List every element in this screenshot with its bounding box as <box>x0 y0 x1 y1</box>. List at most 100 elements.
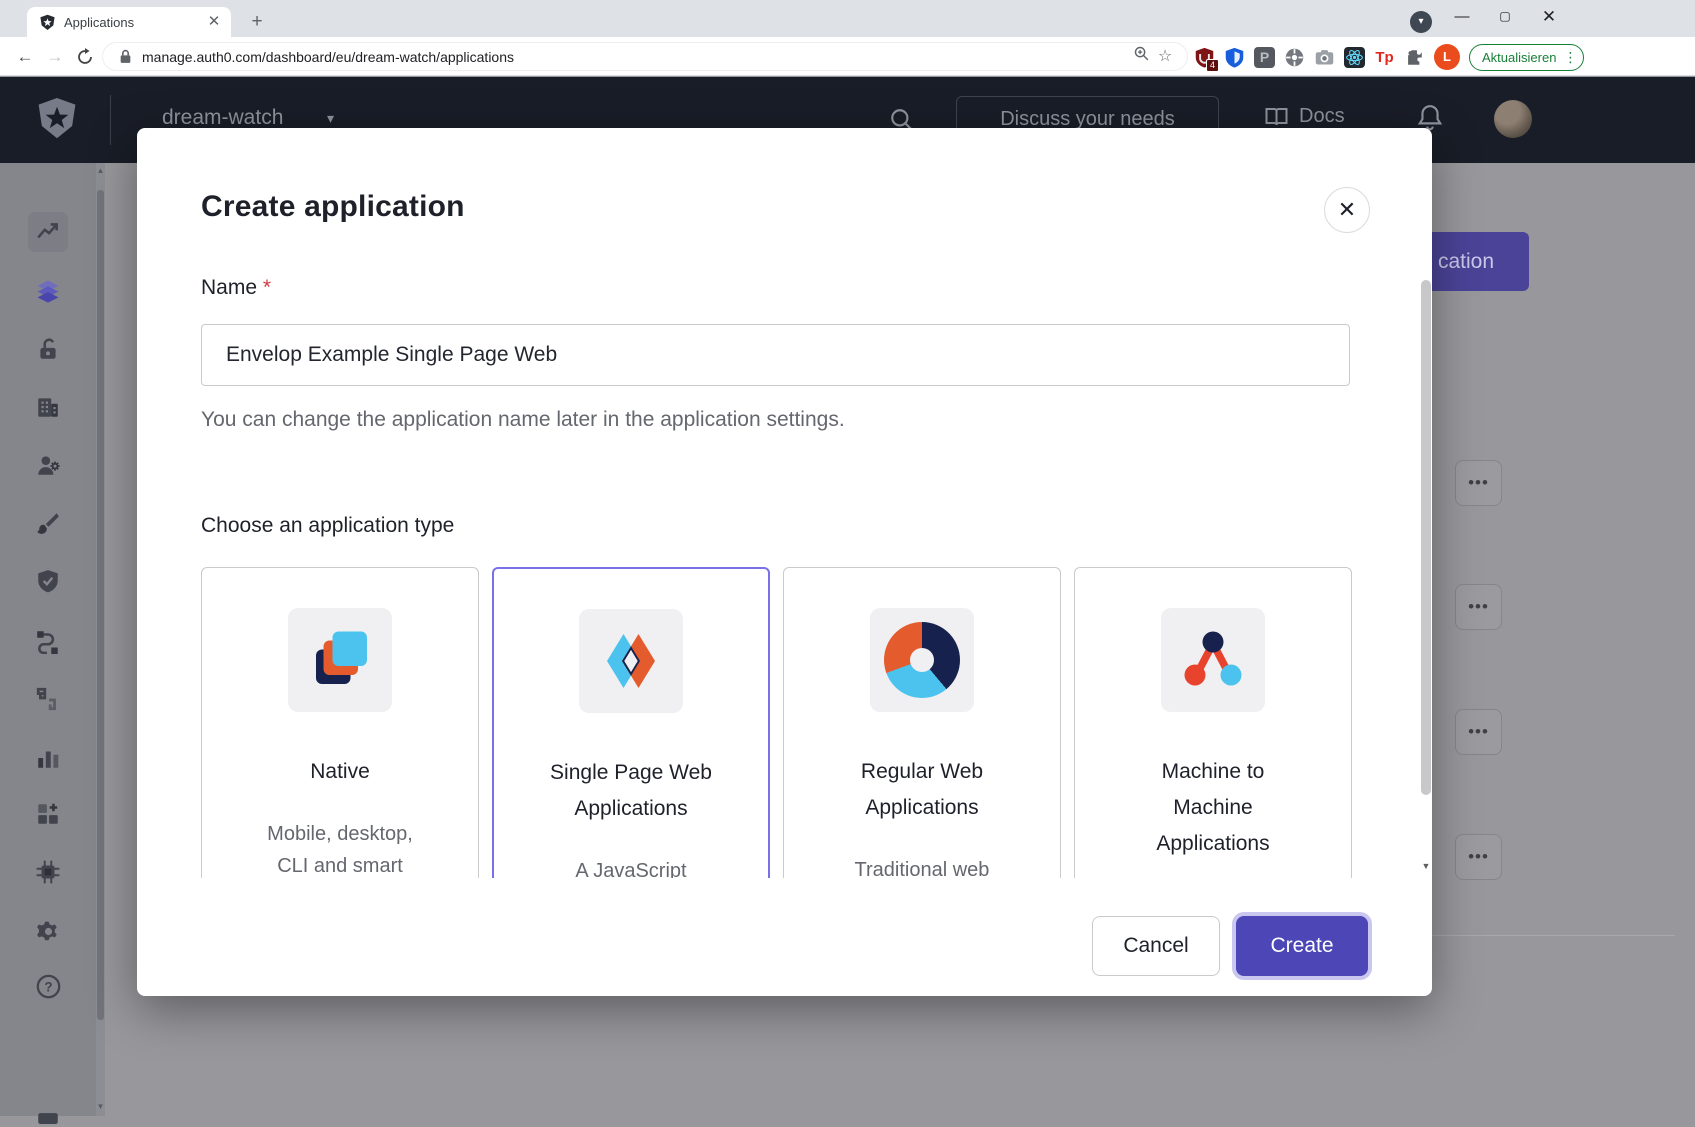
react-devtools-icon[interactable] <box>1344 47 1365 68</box>
name-label: Name <box>201 276 257 299</box>
docs-book-icon <box>1264 106 1289 128</box>
chrome-profile-chevron-icon[interactable]: ▾ <box>1410 11 1432 33</box>
card-title-line: Native <box>310 754 370 790</box>
actions-flow-icon[interactable] <box>32 625 64 657</box>
row-menu-button[interactable]: ••• <box>1455 460 1502 506</box>
type-card-m2m[interactable]: Machine to Machine Applications <box>1074 567 1352 878</box>
m2m-nodes-icon <box>1161 608 1265 712</box>
type-card-native[interactable]: Native Mobile, desktop, CLI and smart <box>201 567 479 878</box>
docs-label: Docs <box>1299 105 1345 128</box>
card-title-line: Single Page Web <box>550 755 712 791</box>
sidebar-nav: ? <box>0 163 96 1116</box>
page-zoom-icon[interactable] <box>1129 45 1153 69</box>
authentication-lock-icon[interactable] <box>32 333 64 365</box>
new-tab-button[interactable]: + <box>245 10 269 34</box>
card-title-line: Applications <box>861 790 983 826</box>
type-card-regular-web[interactable]: Regular Web Applications Traditional web <box>783 567 1061 878</box>
marketplace-icon[interactable] <box>32 798 64 830</box>
row-menu-button[interactable]: ••• <box>1455 709 1502 755</box>
bitwarden-shield-icon[interactable] <box>1224 47 1245 68</box>
card-description: Traditional web <box>855 854 990 878</box>
browser-menu-kebab-icon[interactable]: ⋮ <box>1563 49 1577 66</box>
browser-profile-avatar[interactable]: L <box>1434 44 1460 70</box>
card-description: Mobile, desktop, CLI and smart <box>252 818 428 878</box>
spa-diamonds-icon <box>579 609 683 713</box>
ublock-shield-icon[interactable]: 4 <box>1194 47 1215 68</box>
browser-tab[interactable]: Applications ✕ <box>27 7 231 37</box>
help-icon[interactable]: ? <box>32 970 64 1002</box>
card-description: A JavaScript <box>575 855 686 878</box>
modal-scrollbar-thumb[interactable] <box>1421 280 1431 795</box>
name-help-text: You can change the application name late… <box>201 408 845 432</box>
target-icon[interactable] <box>1284 47 1305 68</box>
chevron-down-icon: ▾ <box>327 110 334 127</box>
extensions-chip-icon[interactable] <box>32 856 64 888</box>
extensions-row: 4 P Tp L Aktualisieren ⋮ <box>1194 42 1584 72</box>
card-title-line: Regular Web <box>861 754 983 790</box>
url-text[interactable]: manage.auth0.com/dashboard/eu/dream-watc… <box>142 49 1129 65</box>
forward-button[interactable]: → <box>42 44 68 70</box>
browser-tab-strip: Applications ✕ + ▾ — ▢ ✕ <box>0 0 1695 37</box>
type-card-spa[interactable]: Single Page Web Applications A JavaScrip… <box>492 567 770 878</box>
choose-type-label: Choose an application type <box>201 514 454 538</box>
create-button[interactable]: Create <box>1236 916 1368 976</box>
header-divider <box>110 95 111 145</box>
security-shield-icon[interactable] <box>32 565 64 597</box>
user-management-icon[interactable] <box>32 449 64 481</box>
create-application-modal: Create application ✕ Name * You can chan… <box>137 128 1432 996</box>
application-type-cards: Native Mobile, desktop, CLI and smart Si… <box>201 567 1356 878</box>
window-close-button[interactable]: ✕ <box>1527 0 1571 34</box>
window-maximize-button[interactable]: ▢ <box>1483 0 1527 34</box>
card-title-line: Applications <box>1156 826 1269 862</box>
camera-icon[interactable] <box>1314 47 1335 68</box>
sidebar-scrollbar-thumb[interactable] <box>97 190 104 1020</box>
puzzle-extensions-icon[interactable] <box>1404 47 1425 68</box>
settings-gear-icon[interactable] <box>32 915 64 947</box>
regular-web-donut-icon <box>870 608 974 712</box>
sidebar-scroll-down-icon[interactable]: ▼ <box>96 1102 105 1111</box>
create-application-button-partial[interactable]: cation <box>1432 232 1529 291</box>
tenant-switcher[interactable]: dream-watch <box>162 106 283 130</box>
auth-pipeline-icon[interactable] <box>32 683 64 715</box>
ublock-badge: 4 <box>1206 59 1219 72</box>
modal-close-icon[interactable]: ✕ <box>1324 187 1370 233</box>
tab-title: Applications <box>64 15 205 30</box>
card-title-line: Applications <box>550 791 712 827</box>
branding-brush-icon[interactable] <box>32 507 64 539</box>
reload-icon <box>76 48 94 66</box>
monitoring-bars-icon[interactable] <box>32 742 64 774</box>
row-menu-button[interactable]: ••• <box>1455 584 1502 630</box>
sidebar-item-partial[interactable] <box>32 1095 64 1127</box>
organizations-building-icon[interactable] <box>32 391 64 423</box>
application-name-input[interactable] <box>201 324 1350 386</box>
row-menu-button[interactable]: ••• <box>1455 834 1502 880</box>
card-title-line: Machine to <box>1156 754 1269 790</box>
cancel-button[interactable]: Cancel <box>1092 916 1220 976</box>
modal-footer: Cancel Create <box>137 896 1432 996</box>
modal-scroll-down-icon[interactable]: ▼ <box>1421 861 1431 871</box>
back-button[interactable]: ← <box>12 44 38 70</box>
card-title-line: Machine <box>1156 790 1269 826</box>
bookmark-star-icon[interactable]: ☆ <box>1153 45 1177 69</box>
required-marker: * <box>263 276 271 299</box>
table-divider <box>1432 935 1675 936</box>
window-minimize-button[interactable]: — <box>1440 0 1484 34</box>
address-bar[interactable]: manage.auth0.com/dashboard/eu/dream-watc… <box>102 42 1188 71</box>
svg-text:?: ? <box>44 979 52 994</box>
native-stacked-squares-icon <box>288 608 392 712</box>
tab-close-icon[interactable]: ✕ <box>205 13 223 31</box>
padlock-icon <box>119 49 132 64</box>
chrome-update-button[interactable]: Aktualisieren ⋮ <box>1469 44 1584 71</box>
auth0-logo[interactable] <box>36 96 78 142</box>
modal-title: Create application <box>201 190 465 224</box>
reload-button[interactable] <box>72 44 98 70</box>
tp-extension-icon[interactable]: Tp <box>1374 47 1395 68</box>
user-avatar[interactable] <box>1494 100 1532 138</box>
p-extension-icon[interactable]: P <box>1254 47 1275 68</box>
applications-layers-icon[interactable] <box>32 275 64 307</box>
sidebar-scroll-up-icon[interactable]: ▲ <box>96 166 105 175</box>
activity-icon[interactable] <box>32 216 64 248</box>
docs-link[interactable]: Docs <box>1264 105 1345 128</box>
auth0-favicon-icon <box>39 14 56 31</box>
update-label: Aktualisieren <box>1482 50 1556 65</box>
